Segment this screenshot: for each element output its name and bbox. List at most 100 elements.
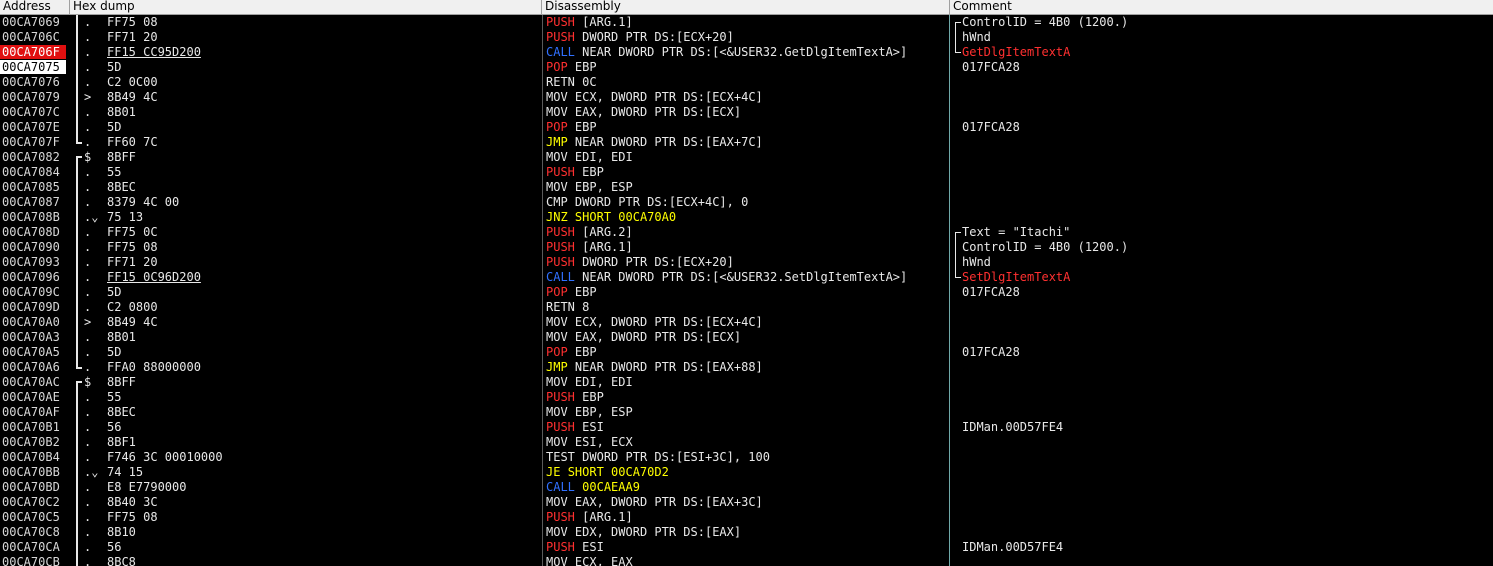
hex-cell[interactable]: 55 [107,165,121,180]
comment-cell[interactable]: IDMan.00D57FE4 [962,540,1063,555]
hex-cell[interactable]: FF60 7C [107,135,158,150]
address-cell[interactable]: 00CA708D [2,225,66,239]
comment-cell[interactable]: Text = "Itachi" [962,225,1070,240]
hex-cell[interactable]: 5D [107,345,121,360]
address-cell[interactable]: 00CA709C [2,285,66,299]
table-row[interactable]: 00CA7084. 55 PUSH EBP [0,165,1493,180]
column-header-disassembly[interactable]: Disassembly [542,0,950,14]
hex-cell[interactable]: 75 13 [107,210,143,225]
current-address[interactable]: 00CA7075 [0,60,66,74]
address-cell[interactable]: 00CA707E [2,120,66,134]
disassembly-cell[interactable]: MOV ESI, ECX [546,435,633,450]
address-cell[interactable]: 00CA70AC [2,375,66,389]
hex-cell[interactable]: 8BEC [107,180,136,195]
address-cell[interactable]: 00CA7085 [2,180,66,194]
breakpoint-address[interactable]: 00CA706F [0,45,66,59]
hex-cell[interactable]: 8BFF [107,150,136,165]
table-row[interactable]: 00CA70AE. 55 PUSH EBP [0,390,1493,405]
hex-cell[interactable]: 8B01 [107,105,136,120]
table-row[interactable]: 00CA708D. FF75 0C PUSH [ARG.2] Text = "Itac… [0,225,1493,240]
column-header-comment[interactable]: Comment [950,0,1493,14]
address-cell[interactable]: 00CA7082 [2,150,66,164]
table-row[interactable]: 00CA706F. FF15 CC95D200 CALL NEAR DWORD PT… [0,45,1493,60]
table-row[interactable]: 00CA7090. FF75 08 PUSH [ARG.1] ControlID = … [0,240,1493,255]
table-row[interactable]: 00CA7079 >8B49 4C MOV ECX, DWORD PTR DS:[E… [0,90,1493,105]
address-cell[interactable]: 00CA70A3 [2,330,66,344]
hex-cell[interactable]: 8BEC [107,405,136,420]
disassembly-cell[interactable]: CMP DWORD PTR DS:[ECX+4C], 0 [546,195,748,210]
disassembly-cell[interactable]: PUSH ESI [546,420,604,435]
address-cell[interactable]: 00CA70A0 [2,315,66,329]
table-row[interactable]: 00CA7082 $8BFF MOV EDI, EDI [0,150,1493,165]
table-row[interactable]: 00CA708B .⌄ 75 13 JNZ SHORT 00CA70A0 [0,210,1493,225]
table-row[interactable]: 00CA707E. 5D POP EBP 017FCA28 [0,120,1493,135]
hex-cell[interactable]: 56 [107,540,121,555]
comment-cell[interactable]: GetDlgItemTextA [962,45,1070,60]
table-row[interactable]: 00CA70C8. 8B10 MOV EDX, DWORD PTR DS:[EAX] [0,525,1493,540]
disassembly-cell[interactable]: CALL NEAR DWORD PTR DS:[<&USER32.SetDlgI… [546,270,907,285]
hex-cell[interactable]: F746 3C 00010000 [107,450,223,465]
table-row[interactable]: 00CA7093. FF71 20 PUSH DWORD PTR DS:[ECX+2… [0,255,1493,270]
disassembly-cell[interactable]: PUSH EBP [546,390,604,405]
address-cell[interactable]: 00CA70B1 [2,420,66,434]
disassembly-cell[interactable]: POP EBP [546,120,597,135]
address-cell[interactable]: 00CA70A5 [2,345,66,359]
table-row[interactable]: 00CA707C. 8B01 MOV EAX, DWORD PTR DS:[ECX] [0,105,1493,120]
table-row[interactable]: 00CA709D. C2 0800 RETN 8 [0,300,1493,315]
disassembly-cell[interactable]: JE SHORT 00CA70D2 [546,465,669,480]
hex-cell[interactable]: FF71 20 [107,30,158,45]
disassembly-cell[interactable]: PUSH [ARG.1] [546,240,633,255]
address-cell[interactable]: 00CA7096 [2,270,66,284]
table-row[interactable]: 00CA70BD. E8 E7790000 CALL 00CAEAA9 [0,480,1493,495]
hex-cell[interactable]: FF71 20 [107,255,158,270]
disassembly-cell[interactable]: PUSH DWORD PTR DS:[ECX+20] [546,30,734,45]
table-row[interactable]: 00CA70A0 >8B49 4C MOV ECX, DWORD PTR DS:[E… [0,315,1493,330]
table-row[interactable]: 00CA70C5. FF75 08 PUSH [ARG.1] [0,510,1493,525]
hex-cell[interactable]: 8B40 3C [107,495,158,510]
hex-cell[interactable]: FF75 08 [107,240,158,255]
hex-cell[interactable]: FF75 08 [107,510,158,525]
disassembly-cell[interactable]: POP EBP [546,345,597,360]
address-cell[interactable]: 00CA708B [2,210,66,224]
address-cell[interactable]: 00CA707F [2,135,66,149]
table-row[interactable]: 00CA70A3. 8B01 MOV EAX, DWORD PTR DS:[ECX] [0,330,1493,345]
disassembly-cell[interactable]: PUSH DWORD PTR DS:[ECX+20] [546,255,734,270]
address-cell[interactable]: 00CA70AE [2,390,66,404]
comment-cell[interactable]: ControlID = 4B0 (1200.) [962,240,1128,255]
comment-cell[interactable]: hWnd [962,30,991,45]
hex-cell[interactable]: C2 0800 [107,300,158,315]
disassembly-cell[interactable]: JMP NEAR DWORD PTR DS:[EAX+88] [546,360,763,375]
table-row[interactable]: 00CA706C. FF71 20 PUSH DWORD PTR DS:[ECX+2… [0,30,1493,45]
address-cell[interactable]: 00CA70B4 [2,450,66,464]
table-row[interactable]: 00CA70CA. 56 PUSH ESI IDMan.00D57FE4 [0,540,1493,555]
disassembly-cell[interactable]: MOV ECX, DWORD PTR DS:[ECX+4C] [546,315,763,330]
comment-cell[interactable]: 017FCA28 [962,60,1020,75]
comment-cell[interactable]: 017FCA28 [962,345,1020,360]
hex-cell[interactable]: FFA0 88000000 [107,360,201,375]
hex-cell[interactable]: FF15 0C96D200 [107,270,201,285]
address-cell[interactable]: 00CA70C8 [2,525,66,539]
disassembly-cell[interactable]: PUSH [ARG.2] [546,225,633,240]
address-cell[interactable]: 00CA7084 [2,165,66,179]
table-row[interactable]: 00CA7096. FF15 0C96D200 CALL NEAR DWORD PT… [0,270,1493,285]
table-row[interactable]: 00CA709C. 5D POP EBP 017FCA28 [0,285,1493,300]
address-cell[interactable]: 00CA7076 [2,75,66,89]
disassembly-cell[interactable]: POP EBP [546,60,597,75]
table-row[interactable]: 00CA70B4. F746 3C 00010000 TEST DWORD PTR … [0,450,1493,465]
disassembly-cell[interactable]: MOV ECX, DWORD PTR DS:[ECX+4C] [546,90,763,105]
disassembly-cell[interactable]: MOV EAX, DWORD PTR DS:[EAX+3C] [546,495,763,510]
table-row[interactable]: 00CA70AF. 8BEC MOV EBP, ESP [0,405,1493,420]
table-row[interactable]: 00CA7087. 8379 4C 00 CMP DWORD PTR DS:[ECX… [0,195,1493,210]
comment-cell[interactable]: ControlID = 4B0 (1200.) [962,15,1128,30]
address-cell[interactable]: 00CA70BD [2,480,66,494]
hex-cell[interactable]: 55 [107,390,121,405]
comment-cell[interactable]: SetDlgItemTextA [962,270,1070,285]
disassembly-cell[interactable]: PUSH EBP [546,165,604,180]
disassembly-cell[interactable]: CALL NEAR DWORD PTR DS:[<&USER32.GetDlgI… [546,45,907,60]
table-row[interactable]: 00CA7076. C2 0C00 RETN 0C [0,75,1493,90]
address-cell[interactable]: 00CA7079 [2,90,66,104]
table-row[interactable]: 00CA707F. FF60 7C JMP NEAR DWORD PTR DS:[E… [0,135,1493,150]
disassembly-cell[interactable]: PUSH [ARG.1] [546,15,633,30]
address-cell[interactable]: 00CA7093 [2,255,66,269]
hex-cell[interactable]: 8B49 4C [107,315,158,330]
